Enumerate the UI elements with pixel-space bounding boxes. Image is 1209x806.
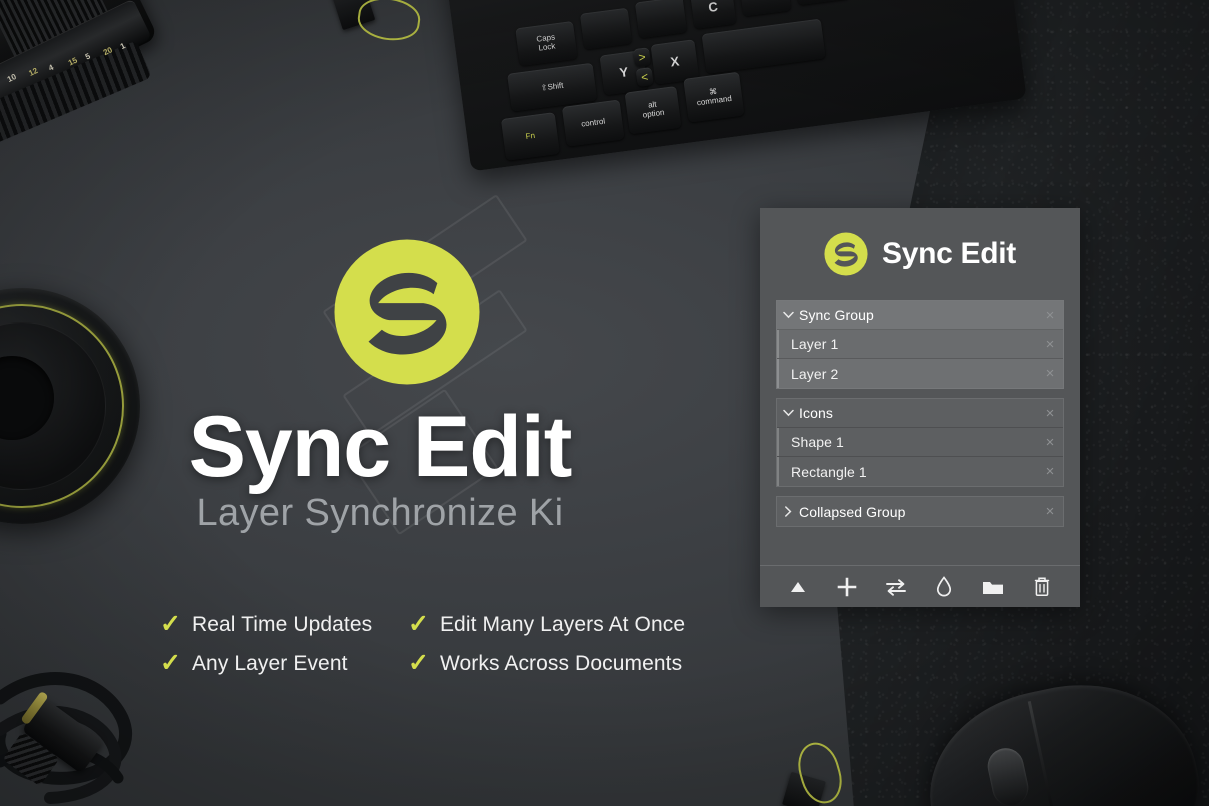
layer-label: Sync Group (799, 307, 1037, 323)
check-icon: ✓ (408, 651, 429, 676)
trash-icon[interactable] (1029, 574, 1055, 600)
folder-icon[interactable] (980, 574, 1006, 600)
check-icon: ✓ (160, 612, 181, 637)
feature-label: Edit Many Layers At Once (440, 613, 685, 637)
panel-toolbar (760, 565, 1080, 607)
chevron-right-icon[interactable] (777, 506, 799, 517)
layer-list: Sync Group × Layer 1 × Layer 2 × Icons × (760, 300, 1080, 527)
sync-s-logo-icon (333, 238, 481, 386)
check-icon: ✓ (160, 651, 181, 676)
layer-label: Collapsed Group (799, 504, 1037, 520)
layer-group-header-sync[interactable]: Sync Group × (777, 301, 1063, 330)
layer-label: Layer 2 (791, 366, 1037, 382)
sync-edit-panel: Sync Edit Sync Group × Layer 1 × Layer 2… (760, 208, 1080, 607)
swap-arrows-icon[interactable] (883, 574, 909, 600)
layer-label: Icons (799, 405, 1037, 421)
layer-label: Rectangle 1 (791, 464, 1037, 480)
feature-item: ✓ Edit Many Layers At Once (408, 612, 700, 637)
close-icon[interactable]: × (1037, 337, 1063, 352)
layer-row[interactable]: Layer 2 × (777, 359, 1063, 388)
sync-s-logo-icon (824, 232, 868, 276)
close-icon[interactable]: × (1037, 406, 1063, 421)
close-icon[interactable]: × (1037, 308, 1063, 323)
layer-group-header-collapsed[interactable]: Collapsed Group × (777, 497, 1063, 526)
chevron-down-icon[interactable] (777, 409, 799, 417)
layer-label: Layer 1 (791, 336, 1037, 352)
feature-item: ✓ Any Layer Event (160, 651, 408, 676)
page-subtitle: Layer Synchronize Ki (0, 492, 760, 535)
feature-label: Real Time Updates (192, 613, 372, 637)
layer-label: Shape 1 (791, 434, 1037, 450)
layer-group-sync: Sync Group × Layer 1 × Layer 2 × (776, 300, 1064, 389)
hero-section: Sync Edit Layer Synchronize Ki ✓ Real Ti… (0, 0, 760, 806)
feature-item: ✓ Real Time Updates (160, 612, 408, 637)
feature-label: Works Across Documents (440, 652, 682, 676)
feature-item: ✓ Works Across Documents (408, 651, 700, 676)
page-title: Sync Edit (0, 398, 760, 497)
collapse-up-icon[interactable] (785, 574, 811, 600)
feature-label: Any Layer Event (192, 652, 348, 676)
add-icon[interactable] (834, 574, 860, 600)
panel-header: Sync Edit (760, 208, 1080, 300)
droplet-icon[interactable] (931, 574, 957, 600)
layer-row[interactable]: Rectangle 1 × (777, 457, 1063, 486)
check-icon: ✓ (408, 612, 429, 637)
feature-list: ✓ Real Time Updates ✓ Edit Many Layers A… (160, 612, 700, 676)
layer-row[interactable]: Layer 1 × (777, 330, 1063, 359)
panel-title: Sync Edit (882, 237, 1016, 271)
layer-group-header-icons[interactable]: Icons × (777, 399, 1063, 428)
layer-group-collapsed: Collapsed Group × (776, 496, 1064, 527)
close-icon[interactable]: × (1037, 504, 1063, 519)
close-icon[interactable]: × (1037, 464, 1063, 479)
close-icon[interactable]: × (1037, 366, 1063, 381)
layer-group-icons: Icons × Shape 1 × Rectangle 1 × (776, 398, 1064, 487)
close-icon[interactable]: × (1037, 435, 1063, 450)
chevron-down-icon[interactable] (777, 311, 799, 319)
layer-row[interactable]: Shape 1 × (777, 428, 1063, 457)
